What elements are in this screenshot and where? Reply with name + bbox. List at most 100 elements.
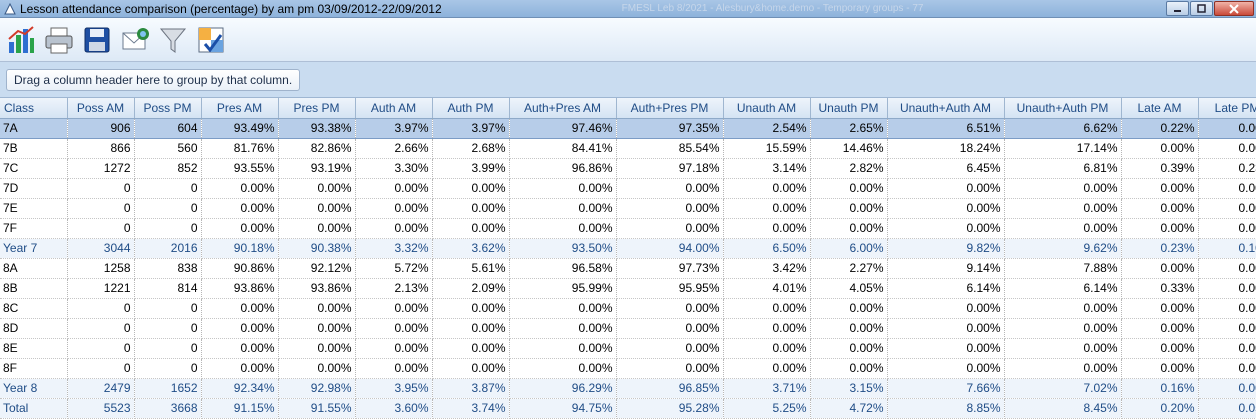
value-cell: 0.00% <box>616 358 724 379</box>
table-row[interactable]: 7F 0 0 0.00% 0.00% 0.00% 0.00% 0.00% 0.00% 0.00% 0… <box>0 218 1256 239</box>
value-cell: 4.05% <box>810 278 888 299</box>
value-cell: 6.00% <box>810 238 888 259</box>
table-row[interactable]: 7C 1272 852 93.55% 93.19% 3.30% 3.99% 96.86% 97.… <box>0 158 1256 179</box>
value-cell: 0.00% <box>723 178 811 199</box>
table-row[interactable]: 8E 0 0 0.00% 0.00% 0.00% 0.00% 0.00% 0.00% 0.00% 0… <box>0 338 1256 359</box>
column-header[interactable]: Pres PM <box>278 98 356 119</box>
value-cell: 85.54% <box>616 138 724 159</box>
value-cell: 0.00% <box>1004 318 1122 339</box>
value-cell: 3.30% <box>355 158 433 179</box>
table-row[interactable]: 8B 1221 814 93.86% 93.86% 2.13% 2.09% 95.99% 95.… <box>0 278 1256 299</box>
table-row[interactable]: 7D 0 0 0.00% 0.00% 0.00% 0.00% 0.00% 0.00% 0.00% 0… <box>0 178 1256 199</box>
column-header[interactable]: Unauth+Auth PM <box>1004 98 1122 119</box>
subtotal-row[interactable]: Year 8 2479 1652 92.34% 92.98% 3.95% 3.87% 96.2… <box>0 378 1256 399</box>
total-row[interactable]: Total 5523 3668 91.15% 91.55% 3.60% 3.74% 94.75… <box>0 398 1256 419</box>
group-by-panel[interactable]: Drag a column header here to group by th… <box>0 62 1256 98</box>
value-cell: 0.00% <box>201 318 279 339</box>
close-button[interactable] <box>1214 1 1254 16</box>
value-cell: 0.00% <box>355 338 433 359</box>
value-cell: 0.00% <box>1198 118 1256 139</box>
email-button[interactable] <box>118 23 152 57</box>
column-header[interactable]: Unauth+Auth AM <box>887 98 1005 119</box>
value-cell: 92.12% <box>278 258 356 279</box>
value-cell: 0.00% <box>887 338 1005 359</box>
value-cell: 0.00% <box>810 198 888 219</box>
group-by-hint: Drag a column header here to group by th… <box>6 69 301 91</box>
column-header[interactable]: Late PM <box>1198 98 1256 119</box>
value-cell: 0.00% <box>810 218 888 239</box>
value-cell: 0.00% <box>616 178 724 199</box>
value-cell: 0.00% <box>432 358 510 379</box>
value-cell: 0.00% <box>1004 338 1122 359</box>
value-cell: 8.45% <box>1004 398 1122 419</box>
value-cell: 0.00% <box>1198 318 1256 339</box>
print-button[interactable] <box>42 23 76 57</box>
value-cell: 0.00% <box>1004 358 1122 379</box>
value-cell: 3.95% <box>355 378 433 399</box>
table-row[interactable]: 7B 866 560 81.76% 82.86% 2.66% 2.68% 84.41% 85.5… <box>0 138 1256 159</box>
value-cell: 5.72% <box>355 258 433 279</box>
value-cell: 0 <box>67 318 135 339</box>
value-cell: 96.58% <box>509 258 617 279</box>
table-row[interactable]: 8D 0 0 0.00% 0.00% 0.00% 0.00% 0.00% 0.00% 0.00% 0… <box>0 318 1256 339</box>
minimize-icon <box>1174 10 1181 12</box>
maximize-button[interactable] <box>1190 1 1213 16</box>
select-columns-button[interactable] <box>194 23 228 57</box>
column-header[interactable]: Auth PM <box>432 98 510 119</box>
value-cell: 94.00% <box>616 238 724 259</box>
value-cell: 4.72% <box>810 398 888 419</box>
selected-row[interactable]: 7A 906 604 93.49% 93.38% 3.97% 3.97% 97.46% 97.3… <box>0 118 1256 139</box>
value-cell: 866 <box>67 138 135 159</box>
window-controls <box>1166 1 1254 16</box>
column-header[interactable]: Poss AM <box>67 98 135 119</box>
column-header[interactable]: Late AM <box>1121 98 1199 119</box>
value-cell: 0.23% <box>1198 158 1256 179</box>
value-cell: 2.66% <box>355 138 433 159</box>
column-header[interactable]: Poss PM <box>134 98 202 119</box>
table-row[interactable]: 8F 0 0 0.00% 0.00% 0.00% 0.00% 0.00% 0.00% 0.00% 0… <box>0 358 1256 379</box>
value-cell: 6.14% <box>1004 278 1122 299</box>
table-row[interactable]: 7E 0 0 0.00% 0.00% 0.00% 0.00% 0.00% 0.00% 0.00% 0… <box>0 198 1256 219</box>
value-cell: 0 <box>134 198 202 219</box>
column-header[interactable]: Pres AM <box>201 98 279 119</box>
filter-button[interactable] <box>156 23 190 57</box>
value-cell: 838 <box>134 258 202 279</box>
value-cell: 0.00% <box>1198 358 1256 379</box>
table-row[interactable]: 8A 1258 838 90.86% 92.12% 5.72% 5.61% 96.58% 97.… <box>0 258 1256 279</box>
subtotal-row[interactable]: Year 7 3044 2016 90.18% 90.38% 3.32% 3.62% 93.5… <box>0 238 1256 259</box>
class-cell: 8B <box>0 278 68 299</box>
save-button[interactable] <box>80 23 114 57</box>
table-row[interactable]: 8C 0 0 0.00% 0.00% 0.00% 0.00% 0.00% 0.00% 0.00% 0… <box>0 298 1256 319</box>
value-cell: 0.00% <box>432 338 510 359</box>
minimize-button[interactable] <box>1166 1 1189 16</box>
value-cell: 0.00% <box>616 298 724 319</box>
value-cell: 0.00% <box>1198 138 1256 159</box>
column-header[interactable]: Class <box>0 98 68 119</box>
class-cell: 7C <box>0 158 68 179</box>
value-cell: 91.15% <box>201 398 279 419</box>
window-title: Lesson attendance comparison (percentage… <box>20 1 442 16</box>
value-cell: 96.85% <box>616 378 724 399</box>
value-cell: 2.65% <box>810 118 888 139</box>
value-cell: 2.68% <box>432 138 510 159</box>
value-cell: 3.71% <box>723 378 811 399</box>
column-header[interactable]: Auth+Pres AM <box>509 98 617 119</box>
value-cell: 1272 <box>67 158 135 179</box>
value-cell: 3.32% <box>355 238 433 259</box>
value-cell: 0.00% <box>1121 218 1199 239</box>
value-cell: 0.00% <box>616 198 724 219</box>
chart-button[interactable] <box>4 23 38 57</box>
column-header[interactable]: Auth+Pres PM <box>616 98 724 119</box>
value-cell: 0.00% <box>201 218 279 239</box>
value-cell: 906 <box>67 118 135 139</box>
value-cell: 0.00% <box>432 298 510 319</box>
value-cell: 0.00% <box>810 318 888 339</box>
value-cell: 18.24% <box>887 138 1005 159</box>
value-cell: 3.97% <box>432 118 510 139</box>
column-header[interactable]: Unauth AM <box>723 98 811 119</box>
value-cell: 9.14% <box>887 258 1005 279</box>
column-header[interactable]: Auth AM <box>355 98 433 119</box>
value-cell: 0.00% <box>278 178 356 199</box>
column-header[interactable]: Unauth PM <box>810 98 888 119</box>
value-cell: 1652 <box>134 378 202 399</box>
